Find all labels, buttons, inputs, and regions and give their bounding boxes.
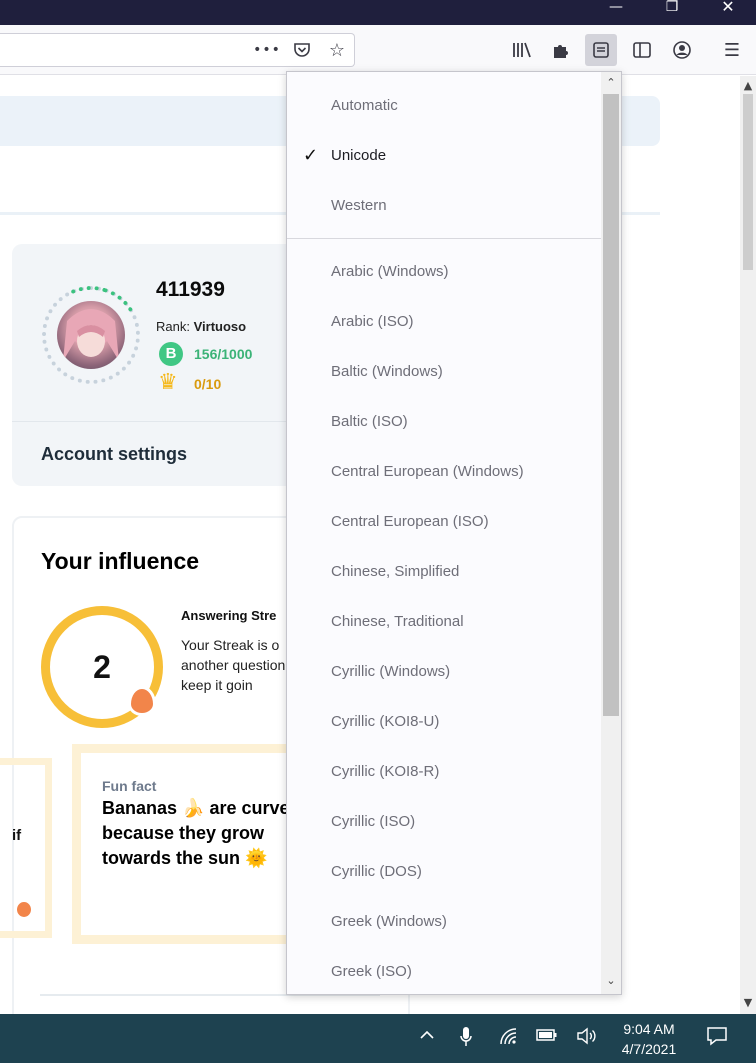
- avatar[interactable]: [57, 301, 125, 369]
- text-encoding-menu: Automatic ✓ Unicode Western Arabic (Wind…: [286, 71, 622, 995]
- window-title-bar: — ❐ ✕: [0, 0, 756, 25]
- previous-fact-text: if: [12, 827, 22, 844]
- menu-item-unicode[interactable]: ✓ Unicode: [287, 131, 601, 181]
- clock-time: 9:04 AM: [623, 1021, 675, 1037]
- crowns-value: 0/10: [194, 376, 222, 392]
- fun-fact-line: towards the sun 🌞: [102, 848, 268, 868]
- url-bar[interactable]: ••• ☆: [0, 33, 355, 67]
- fun-fact-line: because they grow: [102, 823, 265, 843]
- microphone-icon[interactable]: [458, 1026, 474, 1053]
- menu-item-baltic-windows[interactable]: Baltic (Windows): [287, 347, 601, 397]
- page-scrollbar[interactable]: ▲ ▼: [740, 76, 756, 1014]
- close-icon[interactable]: ✕: [708, 0, 748, 25]
- restore-icon[interactable]: ❐: [652, 0, 692, 25]
- browser-toolbar: ••• ☆ ☰: [0, 25, 756, 75]
- clock-date: 4/7/2021: [621, 1041, 677, 1057]
- menu-item-greek-iso[interactable]: Greek (ISO): [287, 947, 601, 994]
- bookmark-star-icon[interactable]: ☆: [321, 34, 353, 66]
- taskbar: 9:04 AM 4/7/2021: [0, 1014, 756, 1063]
- notifications-icon[interactable]: [706, 1026, 728, 1051]
- menu-separator: [287, 238, 601, 239]
- menu-item-cyrillic-koi8u[interactable]: Cyrillic (KOI8-U): [287, 697, 601, 747]
- account-icon[interactable]: [666, 34, 698, 66]
- influence-title: Your influence: [41, 548, 200, 574]
- fun-fact-line: Bananas 🍌 are curve: [102, 798, 290, 818]
- checkmark-icon: ✓: [303, 145, 319, 166]
- menu-item-chinese-simplified[interactable]: Chinese, Simplified: [287, 547, 601, 597]
- minimize-icon[interactable]: —: [596, 0, 636, 25]
- fun-fact-text: Bananas 🍌 are curve because they grow to…: [102, 796, 302, 871]
- sidebar-icon[interactable]: [626, 34, 658, 66]
- extensions-icon[interactable]: [545, 34, 577, 66]
- menu-scroll-up-icon[interactable]: ⌃: [603, 76, 619, 89]
- wifi-icon[interactable]: [498, 1026, 518, 1051]
- menu-item-cyrillic-koi8r[interactable]: Cyrillic (KOI8-R): [287, 747, 601, 797]
- menu-scroll-down-icon[interactable]: ⌄: [603, 974, 619, 987]
- menu-item-greek-windows[interactable]: Greek (Windows): [287, 897, 601, 947]
- menu-item-central-european-iso[interactable]: Central European (ISO): [287, 497, 601, 547]
- menu-item-cyrillic-iso[interactable]: Cyrillic (ISO): [287, 797, 601, 847]
- streak-title: Answering Stre: [181, 608, 277, 623]
- library-icon[interactable]: [506, 34, 538, 66]
- pocket-icon[interactable]: [286, 34, 318, 66]
- system-clock[interactable]: 9:04 AM 4/7/2021: [612, 1019, 686, 1059]
- fun-fact-label: Fun fact: [102, 778, 157, 794]
- hamburger-menu-icon[interactable]: ☰: [716, 34, 748, 66]
- menu-item-baltic-iso[interactable]: Baltic (ISO): [287, 397, 601, 447]
- menu-item-cyrillic-dos[interactable]: Cyrillic (DOS): [287, 847, 601, 897]
- menu-item-chinese-traditional[interactable]: Chinese, Traditional: [287, 597, 601, 647]
- battery-icon[interactable]: [536, 1026, 558, 1049]
- flame-icon: [17, 902, 31, 917]
- account-settings-link[interactable]: Account settings: [41, 444, 187, 465]
- rank-label: Rank:: [156, 319, 190, 334]
- page-scroll-thumb[interactable]: [743, 94, 753, 270]
- brainly-points-icon: B: [159, 342, 183, 366]
- menu-item-western[interactable]: Western: [287, 181, 601, 231]
- flame-icon: [128, 686, 156, 716]
- menu-item-cyrillic-windows[interactable]: Cyrillic (Windows): [287, 647, 601, 697]
- chevron-up-icon[interactable]: [418, 1026, 436, 1049]
- rank-text: Rank: Virtuoso: [156, 319, 246, 334]
- text-encoding-icon[interactable]: [585, 34, 617, 66]
- rank-value: Virtuoso: [193, 319, 247, 334]
- menu-item-central-european-windows[interactable]: Central European (Windows): [287, 447, 601, 497]
- scroll-up-icon[interactable]: ▲: [740, 79, 756, 92]
- menu-item-arabic-iso[interactable]: Arabic (ISO): [287, 297, 601, 347]
- crown-icon: ♛: [158, 370, 178, 395]
- page-actions-ellipsis-icon[interactable]: •••: [251, 34, 283, 66]
- scroll-down-icon[interactable]: ▼: [740, 996, 756, 1009]
- menu-item-label: Unicode: [331, 147, 387, 164]
- volume-icon[interactable]: [576, 1026, 598, 1051]
- username: 411939: [156, 278, 225, 301]
- menu-item-automatic[interactable]: Automatic: [287, 81, 601, 131]
- points-value: 156/1000: [194, 346, 253, 362]
- menu-scroll-thumb[interactable]: [603, 94, 619, 716]
- menu-item-arabic-windows[interactable]: Arabic (Windows): [287, 247, 601, 297]
- menu-scrollbar[interactable]: ⌃ ⌄: [601, 72, 621, 994]
